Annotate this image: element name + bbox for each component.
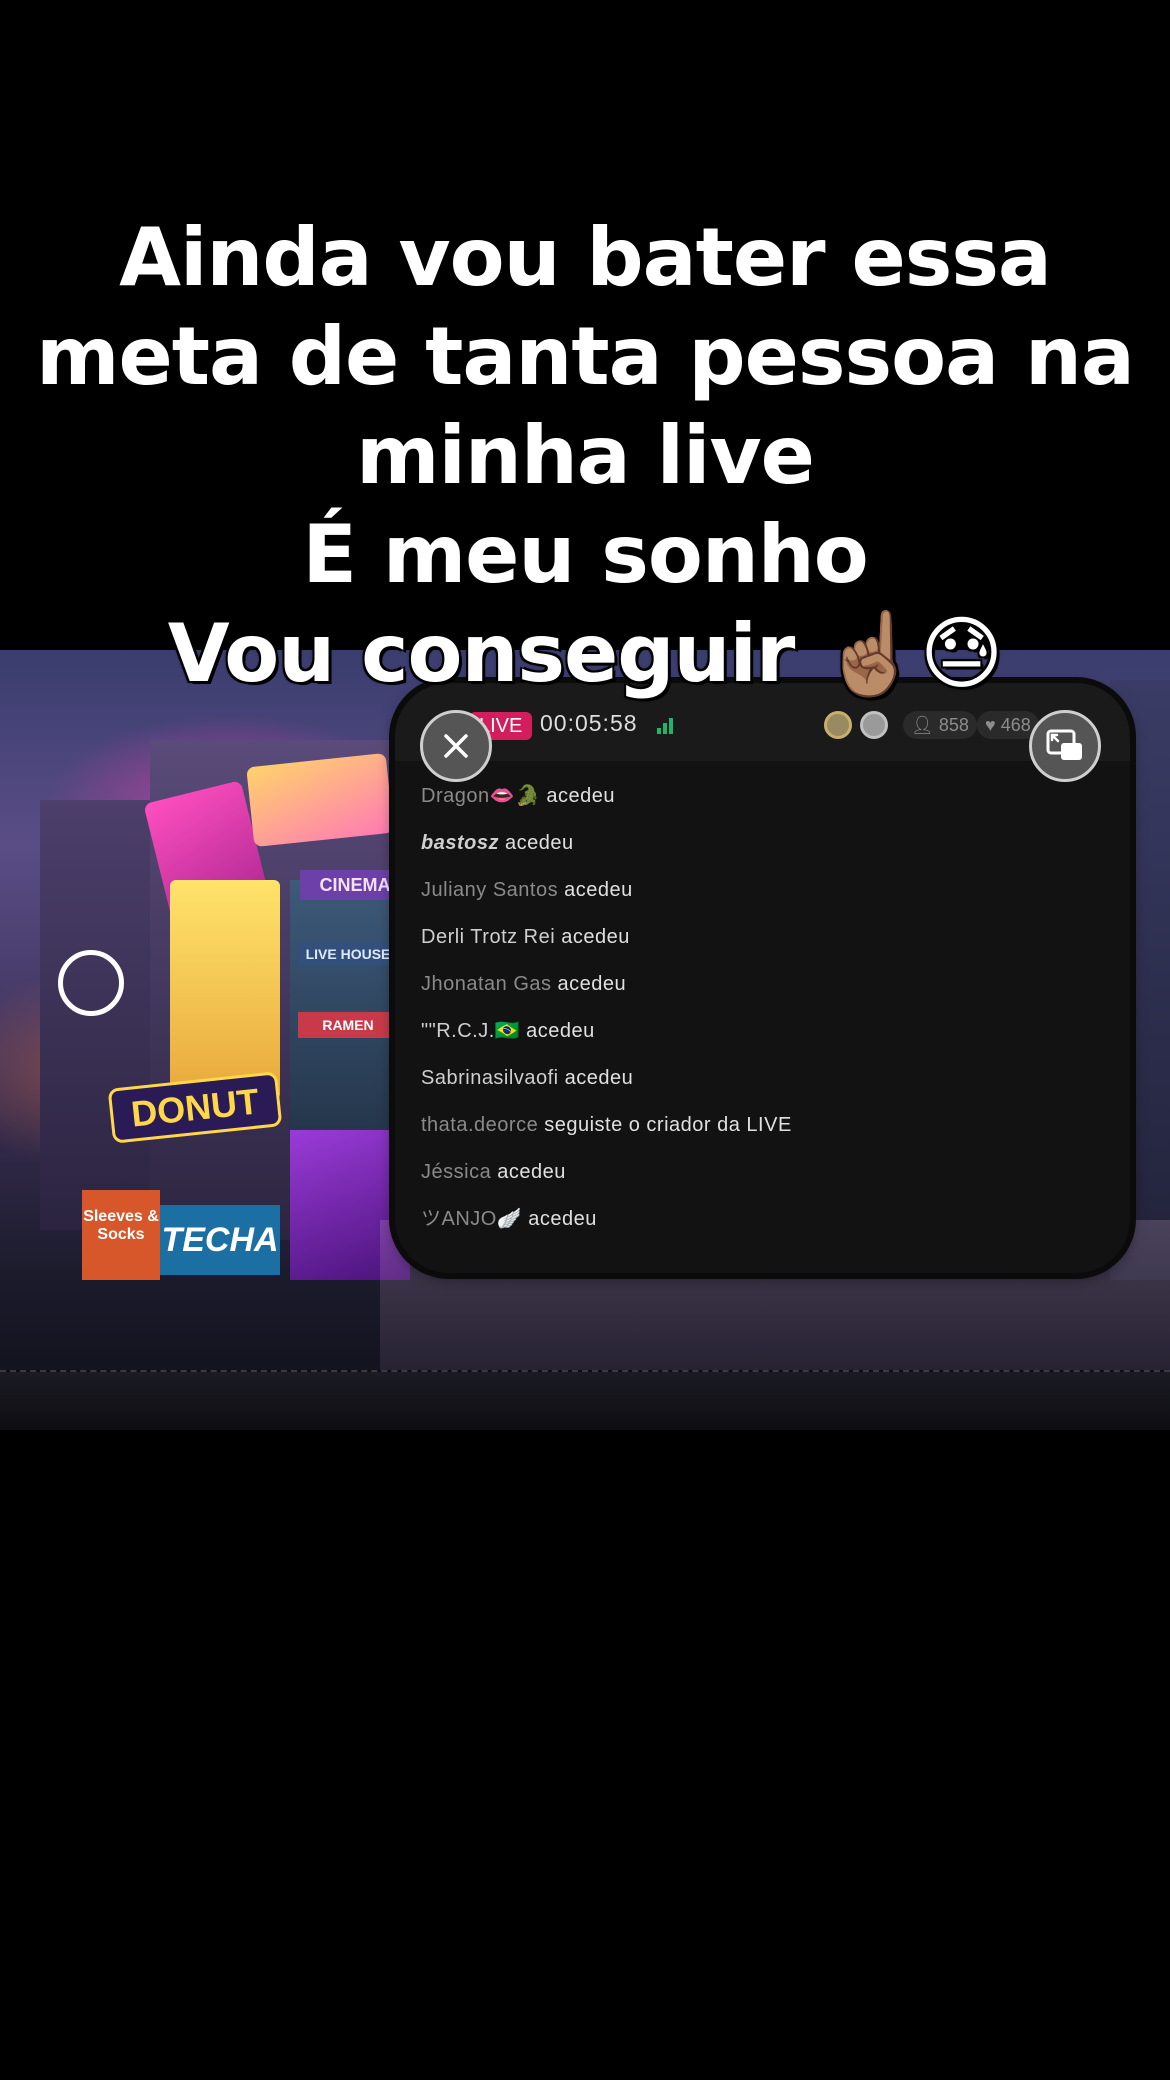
top-viewer-avatar[interactable]: [824, 711, 852, 739]
feed-item: Dragon👄🐊 acedeu: [421, 773, 1111, 820]
live-activity-feed: Dragon👄🐊 acedeu bastosz acedeu Juliany San…: [421, 773, 1111, 1243]
sleeves-sign: Sleeves & Socks: [82, 1190, 160, 1280]
picture-in-picture-icon: [1046, 729, 1082, 760]
video-caption: Ainda vou bater essa meta de tanta pesso…: [0, 208, 1170, 703]
heart-icon: ♥: [985, 715, 996, 735]
feed-action: acedeu: [557, 973, 627, 995]
live-house-sign: LIVE HOUSE: [298, 942, 398, 966]
top-viewer-avatar[interactable]: [860, 711, 888, 739]
cinema-sign: CINEMA: [300, 870, 410, 900]
feed-username[interactable]: Jhonatan Gas: [421, 973, 552, 995]
techa-sign: TECHA: [160, 1205, 280, 1275]
caption-line: minha live: [356, 409, 815, 502]
feed-item: bastosz acedeu: [421, 820, 1111, 867]
feed-username[interactable]: ツANJO🪽: [421, 1208, 522, 1230]
feed-item: Jéssica acedeu: [421, 1149, 1111, 1196]
feed-action: acedeu: [561, 926, 630, 948]
live-pip-window[interactable]: LIVE 00:05:58 👤︎ 858 ♥ 468 Dragon👄🐊 acede…: [395, 683, 1130, 1273]
person-icon: 👤︎: [911, 715, 934, 735]
feed-username[interactable]: Derli Trotz Rei: [421, 926, 555, 948]
expand-pip-button[interactable]: [1029, 710, 1101, 782]
feed-item: Juliany Santos acedeu: [421, 867, 1111, 914]
feed-action: acedeu: [564, 879, 633, 901]
caption-line: Ainda vou bater essa: [119, 211, 1052, 304]
feed-action: seguiste o criador da LIVE: [544, 1114, 792, 1136]
caption-line: É meu sonho: [302, 508, 868, 601]
street: [0, 1370, 1170, 1430]
circle-logo-sign: [58, 950, 124, 1016]
feed-username[interactable]: thata.deorce: [421, 1114, 538, 1136]
feed-action: acedeu: [546, 785, 616, 807]
live-timer: 00:05:58: [540, 710, 638, 736]
feed-item: thata.deorce seguiste o criador da LIVE: [421, 1102, 1111, 1149]
feed-item: ツANJO🪽 acedeu: [421, 1196, 1111, 1243]
screen: CINEMA LIVE HOUSE RAMEN DONUT Sleeves & …: [0, 0, 1170, 2080]
caption-line: Vou conseguir ☝🏽😓: [167, 607, 1003, 700]
caption-line: meta de tanta pessoa na: [36, 310, 1135, 403]
feed-username[interactable]: Juliany Santos: [421, 879, 558, 901]
feed-item: ""R.C.J.🇧🇷 acedeu: [421, 1008, 1111, 1055]
feed-username[interactable]: Dragon👄🐊: [421, 785, 540, 807]
feed-action: acedeu: [497, 1161, 566, 1183]
billboard: [246, 752, 394, 848]
feed-action: acedeu: [564, 1067, 634, 1089]
feed-action: acedeu: [526, 1020, 595, 1042]
close-icon: [444, 734, 468, 758]
signal-icon: [657, 716, 677, 734]
feed-action: acedeu: [528, 1208, 597, 1230]
close-button[interactable]: [420, 710, 492, 782]
feed-item: Sabrinasilvaofi acedeu: [421, 1055, 1111, 1102]
feed-action: acedeu: [504, 832, 574, 854]
billboard: [170, 880, 280, 1100]
viewer-count[interactable]: 👤︎ 858: [903, 711, 977, 739]
feed-item: Jhonatan Gas acedeu: [421, 961, 1111, 1008]
feed-item: Derli Trotz Rei acedeu: [421, 914, 1111, 961]
feed-username[interactable]: ""R.C.J.🇧🇷: [421, 1020, 520, 1042]
feed-username[interactable]: bastosz: [421, 832, 499, 854]
feed-username[interactable]: Sabrinasilvaofi: [421, 1067, 559, 1089]
ramen-sign: RAMEN: [298, 1012, 398, 1038]
feed-username[interactable]: Jéssica: [421, 1161, 491, 1183]
